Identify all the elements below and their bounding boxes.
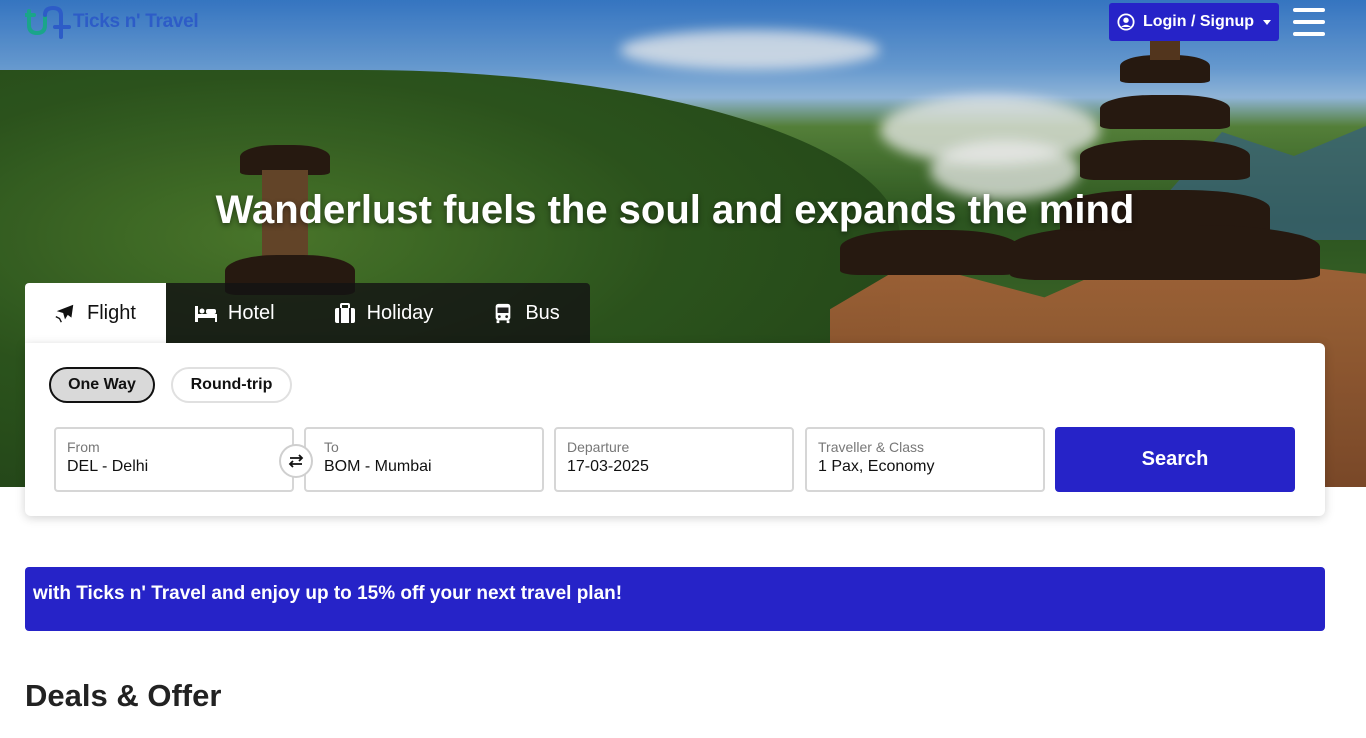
user-circle-icon [1117, 13, 1135, 31]
from-label: From [67, 439, 100, 455]
promo-banner[interactable]: with Ticks n' Travel and enjoy up to 15%… [25, 567, 1325, 631]
booking-tabs: Flight Hotel Holiday Bus [25, 283, 590, 343]
trip-type-round-trip[interactable]: Round-trip [171, 367, 292, 403]
traveller-class-value: 1 Pax, Economy [818, 458, 935, 475]
route-logo-icon [25, 5, 71, 39]
to-value: BOM - Mumbai [324, 458, 432, 475]
departure-value: 17-03-2025 [567, 458, 649, 475]
tab-label: Holiday [366, 301, 434, 324]
plane-icon [55, 304, 74, 323]
tab-bus[interactable]: Bus [463, 283, 589, 343]
departure-field[interactable]: Departure 17-03-2025 [554, 427, 794, 492]
tab-label: Bus [525, 301, 560, 324]
swap-arrows-icon [288, 454, 304, 468]
tab-holiday[interactable]: Holiday [305, 283, 464, 343]
brand-logo[interactable]: Ticks n' Travel [25, 5, 199, 39]
deals-section-title: Deals & Offer [25, 678, 222, 713]
traveller-class-field[interactable]: Traveller & Class 1 Pax, Economy [805, 427, 1045, 492]
hamburger-icon[interactable] [1293, 8, 1325, 36]
tab-flight[interactable]: Flight [25, 283, 166, 343]
tab-hotel[interactable]: Hotel [166, 283, 305, 343]
login-signup-label: Login / Signup [1142, 13, 1255, 30]
bed-icon [194, 306, 217, 322]
promo-text: with Ticks n' Travel and enjoy up to 15%… [33, 583, 623, 604]
swap-button[interactable] [279, 444, 313, 478]
departure-label: Departure [567, 439, 630, 455]
brand-name: Ticks n' Travel [73, 11, 199, 32]
bus-icon [495, 303, 511, 324]
tab-label: Flight [87, 301, 136, 324]
flight-search-panel: One Way Round-trip From DEL - Delhi To B… [25, 343, 1325, 516]
traveller-class-label: Traveller & Class [818, 439, 925, 455]
to-label: To [324, 439, 339, 455]
search-button[interactable]: Search [1055, 427, 1295, 492]
hero-headline: Wanderlust fuels the soul and expands th… [215, 188, 1135, 232]
chevron-down-icon [1263, 19, 1272, 25]
login-signup-button[interactable]: Login / Signup [1109, 3, 1279, 41]
from-value: DEL - Delhi [67, 458, 149, 475]
to-field[interactable]: To BOM - Mumbai [304, 427, 544, 492]
top-navbar: Ticks n' Travel Login / Signup [0, 0, 1366, 44]
suitcase-icon [334, 303, 355, 323]
tab-label: Hotel [227, 301, 275, 324]
trip-type-one-way[interactable]: One Way [49, 367, 155, 403]
from-field[interactable]: From DEL - Delhi [54, 427, 294, 492]
